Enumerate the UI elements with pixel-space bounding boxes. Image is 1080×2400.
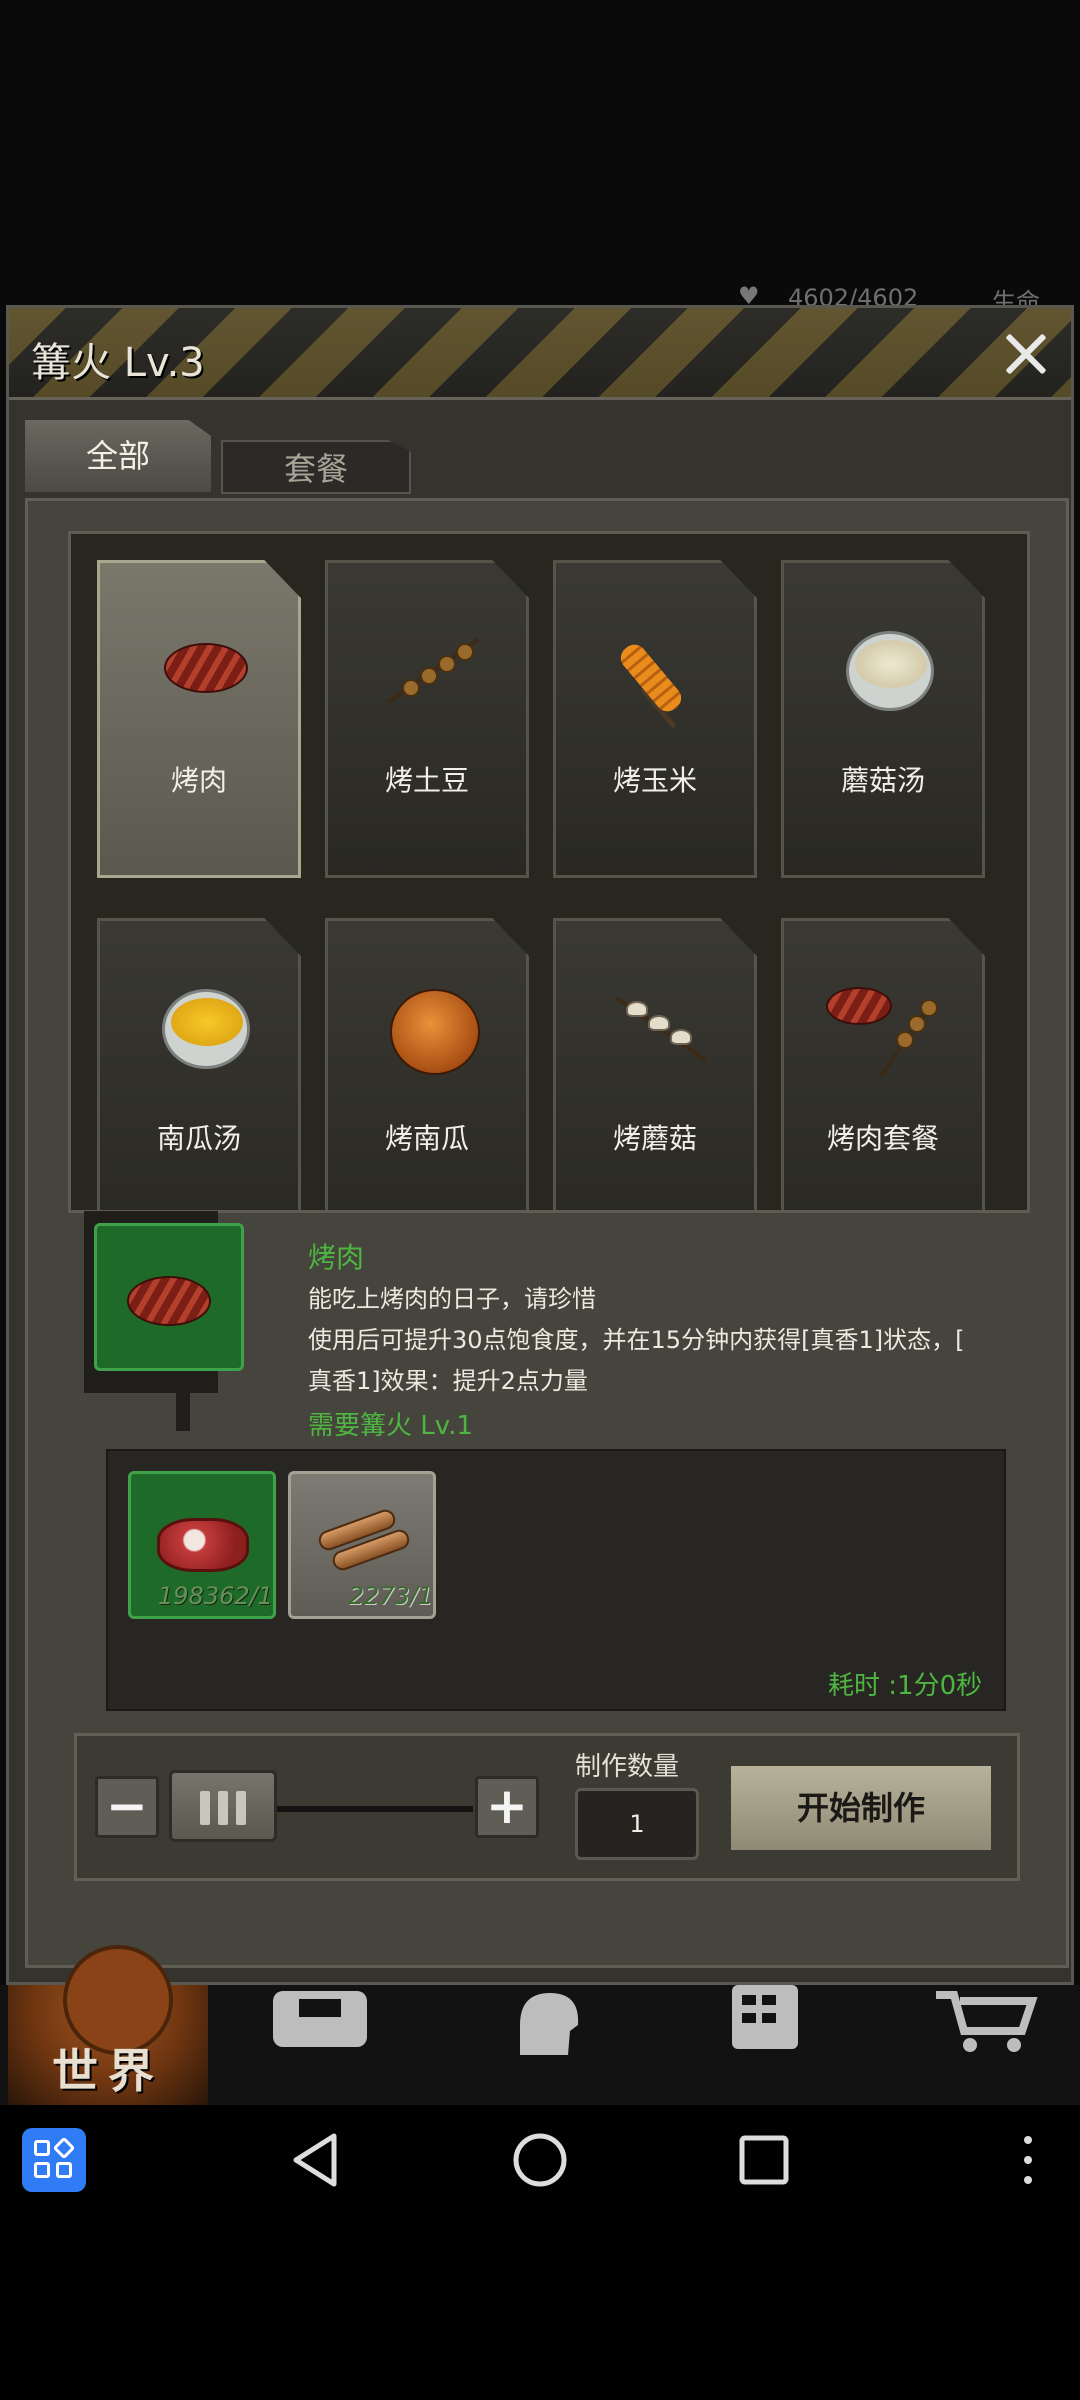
recipe-grid: 烤肉 烤土豆 烤玉米 蘑菇汤 南瓜汤 烤南瓜 烤蘑菇 烤肉套餐 [68,531,1030,1213]
detail-description-line: 使用后可提升30点饱食度，并在15分钟内获得[真香1]状态，[ [308,1326,965,1354]
cart-icon[interactable] [930,1985,1040,2055]
materials-box: 198362/1 2273/1 耗时 :1分0秒 [106,1449,1006,1711]
decrease-quantity-button[interactable]: − [95,1776,159,1838]
character-head-icon[interactable] [490,1985,600,2055]
mushroom-skewer-icon [596,971,720,1081]
back-icon[interactable] [286,2130,346,2190]
material-qty: 2273/1 [348,1582,433,1610]
content-panel: 烤肉 烤土豆 烤玉米 蘑菇汤 南瓜汤 烤南瓜 烤蘑菇 烤肉套餐 烤肉 能吃上烤肉… [25,498,1069,1968]
steak-icon [94,1223,244,1371]
close-button[interactable] [999,326,1055,382]
game-bottom-nav: 世界 [0,1945,1080,2105]
recipe-name: 烤蘑菇 [612,1122,697,1155]
recipe-card-roast-pumpkin[interactable]: 烤南瓜 [325,918,529,1210]
potato-skewer-icon [368,613,492,723]
dialog-titlebar: 篝火 Lv.3 [9,308,1071,400]
roasted-pumpkin-icon [368,971,492,1081]
apps-grid-icon[interactable] [22,2128,86,2192]
requirement-text: 需要篝火 Lv.1 [308,1411,473,1441]
mushroom-soup-icon [824,613,948,723]
dialog-title: 篝火 Lv.3 [31,340,205,386]
recipe-name: 烤玉米 [612,764,697,797]
tab-all[interactable]: 全部 [25,420,211,492]
meat-set-icon [824,971,948,1081]
recipe-card-meat-set[interactable]: 烤肉套餐 [781,918,985,1210]
recipe-card-mushroom-soup[interactable]: 蘑菇汤 [781,560,985,878]
recipe-name: 烤土豆 [384,764,469,797]
more-options-icon[interactable] [1008,2130,1048,2190]
steak-icon [140,613,264,723]
detail-description: 能吃上烤肉的日子，请珍惜 使用后可提升30点饱食度，并在15分钟内获得[真香1]… [308,1279,1028,1402]
recipe-card-roast-meat[interactable]: 烤肉 [97,560,301,878]
recipe-card-roast-potato[interactable]: 烤土豆 [325,560,529,878]
detail-description-line: 真香1]效果：提升2点力量 [308,1367,588,1395]
material-wood[interactable]: 2273/1 [288,1471,436,1619]
nav-world-label: 世界 [52,2044,164,2098]
recent-apps-icon[interactable] [734,2130,794,2190]
backpack-icon[interactable] [265,1985,375,2055]
start-crafting-button[interactable]: 开始制作 [727,1762,995,1854]
recipe-card-roast-corn[interactable]: 烤玉米 [553,560,757,878]
corn-skewer-icon [596,613,720,729]
building-icon[interactable] [710,1985,820,2055]
quantity-slider-handle[interactable] [169,1770,277,1842]
recipe-name: 烤肉套餐 [826,1122,939,1155]
pumpkin-soup-icon [140,971,264,1081]
nav-world-button[interactable]: 世界 [8,1945,208,2105]
recipe-name: 蘑菇汤 [840,764,925,797]
detail-description-line: 能吃上烤肉的日子，请珍惜 [308,1285,596,1313]
quantity-label: 制作数量 [575,1752,680,1782]
craft-controls: − + 制作数量 1 开始制作 [74,1733,1020,1881]
increase-quantity-button[interactable]: + [475,1776,539,1838]
material-raw-meat[interactable]: 198362/1 [128,1471,276,1619]
recipe-name: 南瓜汤 [156,1122,241,1155]
recipe-name: 烤南瓜 [384,1122,469,1155]
tab-set-meal[interactable]: 套餐 [221,440,411,494]
detail-name: 烤肉 [308,1241,365,1274]
connector-line [176,1371,190,1431]
recipe-card-roast-mushroom[interactable]: 烤蘑菇 [553,918,757,1210]
campfire-dialog: 篝火 Lv.3 全部 套餐 烤肉 烤土豆 烤玉米 蘑菇汤 南瓜汤 烤南瓜 烤蘑菇… [6,305,1074,1985]
recipe-card-pumpkin-soup[interactable]: 南瓜汤 [97,918,301,1210]
quantity-input[interactable]: 1 [575,1788,699,1860]
home-icon[interactable] [510,2130,570,2190]
raw-meat-icon [157,1518,249,1572]
material-qty: 198362/1 [158,1582,273,1610]
craft-time: 耗时 :1分0秒 [828,1671,983,1701]
recipe-name: 烤肉 [170,764,227,797]
